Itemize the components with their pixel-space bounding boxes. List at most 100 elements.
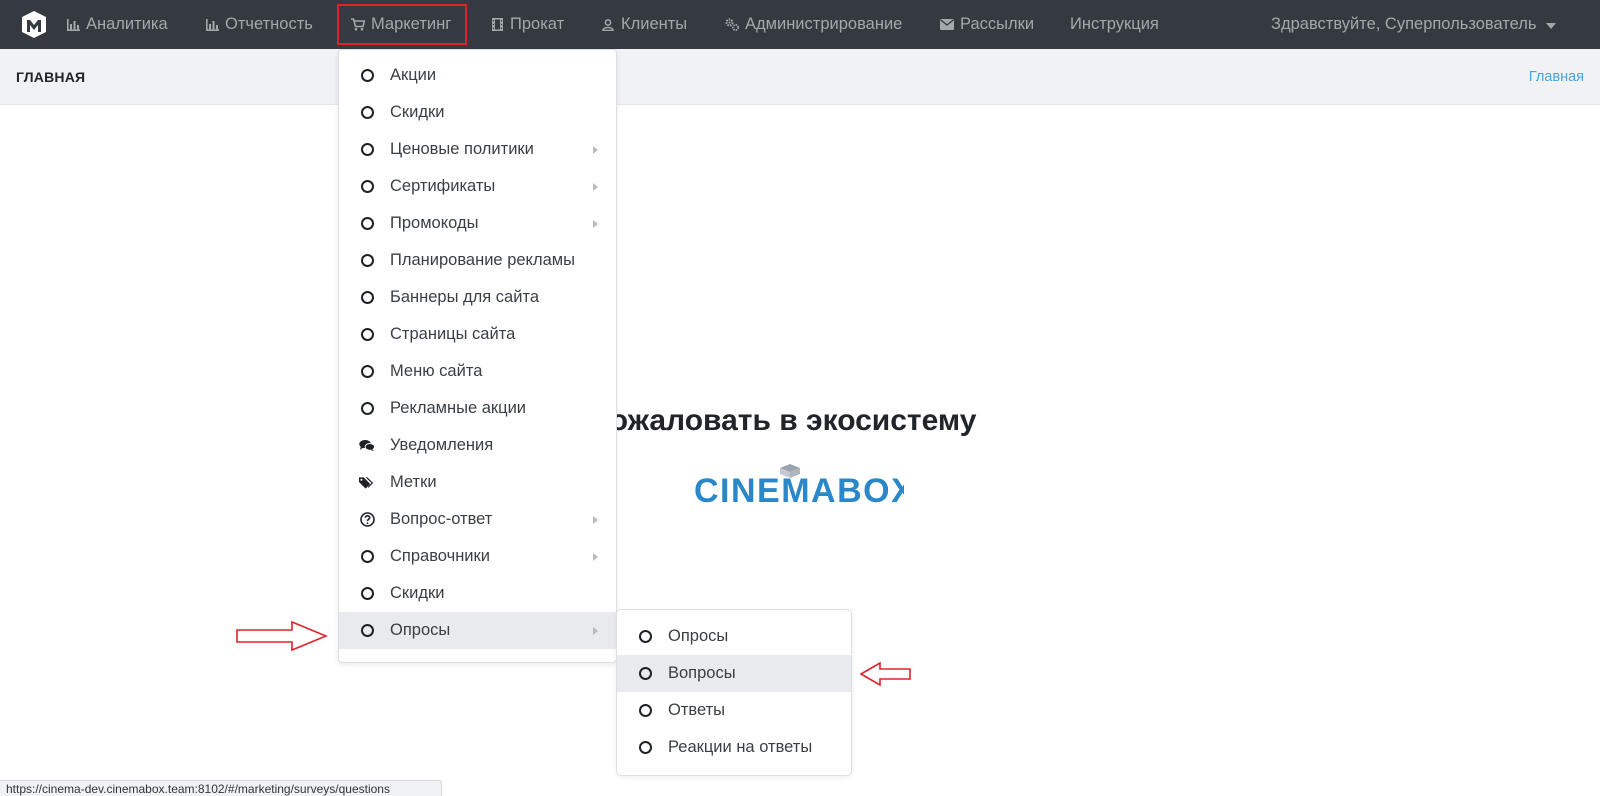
submenu-item-surveys[interactable]: Опросы xyxy=(617,618,851,655)
comments-icon xyxy=(359,438,375,454)
submenu-item-answers[interactable]: Ответы xyxy=(617,692,851,729)
menu-item-label: Уведомления xyxy=(390,436,494,454)
nav-mailings[interactable]: Рассылки xyxy=(940,0,1034,49)
menu-item-label: Рекламные акции xyxy=(390,399,527,417)
menu-item-label: Баннеры для сайта xyxy=(390,288,539,306)
circle-icon xyxy=(637,666,653,682)
circle-icon xyxy=(359,549,375,565)
menu-item-dictionaries[interactable]: Справочники xyxy=(339,538,616,575)
submenu-item-questions[interactable]: Вопросы xyxy=(617,655,851,692)
circle-icon xyxy=(637,703,653,719)
user-icon xyxy=(601,18,615,32)
bar-chart-icon xyxy=(205,18,219,32)
nav-label: Аналитика xyxy=(86,15,168,33)
top-navbar: Аналитика Отчетность Маркетинг Прокат Кл… xyxy=(0,0,1600,49)
tags-icon xyxy=(359,475,375,491)
nav-label: Отчетность xyxy=(225,15,313,33)
menu-item-promocodes[interactable]: Промокоды xyxy=(339,205,616,242)
nav-reports[interactable]: Отчетность xyxy=(205,0,313,49)
submenu-item-label: Ответы xyxy=(668,701,726,719)
menu-item-faq[interactable]: Вопрос-ответ xyxy=(339,501,616,538)
menu-item-surveys[interactable]: Опросы xyxy=(339,612,616,649)
annotation-arrow-left-icon xyxy=(860,662,911,686)
menu-item-label: Скидки xyxy=(390,103,445,121)
film-icon xyxy=(490,18,504,32)
circle-icon xyxy=(359,216,375,232)
menu-item-label: Справочники xyxy=(390,547,490,565)
circle-icon xyxy=(637,740,653,756)
menu-item-label: Вопрос-ответ xyxy=(390,510,493,528)
menu-item-label: Скидки xyxy=(390,584,445,602)
menu-item-ad-campaigns[interactable]: Рекламные акции xyxy=(339,390,616,427)
caret-down-icon xyxy=(1545,22,1556,29)
caret-right-icon xyxy=(593,145,598,154)
surveys-submenu: Опросы Вопросы Ответы Реакции на ответы xyxy=(616,609,852,776)
nav-marketing[interactable]: Маркетинг xyxy=(337,4,468,45)
menu-item-label: Метки xyxy=(390,473,437,491)
caret-right-icon xyxy=(593,626,598,635)
menu-item-label: Ценовые политики xyxy=(390,140,534,158)
circle-icon xyxy=(359,401,375,417)
nav-label: Клиенты xyxy=(621,15,688,33)
caret-right-icon xyxy=(593,552,598,561)
menu-item-notifications[interactable]: Уведомления xyxy=(339,427,616,464)
submenu-item-label: Реакции на ответы xyxy=(668,738,813,756)
menu-item-label: Планирование рекламы xyxy=(390,251,575,269)
menu-item-tags[interactable]: Метки xyxy=(339,464,616,501)
menu-item-site-pages[interactable]: Страницы сайта xyxy=(339,316,616,353)
gears-icon xyxy=(725,18,739,32)
circle-icon xyxy=(359,290,375,306)
annotation-arrow-right-icon xyxy=(236,620,328,652)
circle-icon xyxy=(359,623,375,639)
caret-right-icon xyxy=(593,182,598,191)
nav-clients[interactable]: Клиенты xyxy=(601,0,687,49)
submenu-item-label: Опросы xyxy=(668,627,729,645)
circle-icon xyxy=(359,142,375,158)
nav-label: Рассылки xyxy=(960,15,1035,33)
logo-icon[interactable] xyxy=(20,10,48,39)
menu-item-discounts[interactable]: Скидки xyxy=(339,94,616,131)
menu-item-discounts-2[interactable]: Скидки xyxy=(339,575,616,612)
page-title: ГЛАВНАЯ xyxy=(16,69,86,85)
nav-administration[interactable]: Администрирование xyxy=(725,0,902,49)
nav-analytics[interactable]: Аналитика xyxy=(66,0,168,49)
nav-instructions[interactable]: Инструкция xyxy=(1070,0,1159,49)
circle-icon xyxy=(359,364,375,380)
menu-item-certificates[interactable]: Сертификаты xyxy=(339,168,616,205)
caret-right-icon xyxy=(593,219,598,228)
submenu-item-answer-reactions[interactable]: Реакции на ответы xyxy=(617,729,851,766)
menu-item-label: Опросы xyxy=(390,621,451,639)
nav-label: Инструкция xyxy=(1070,15,1159,33)
menu-item-ad-planning[interactable]: Планирование рекламы xyxy=(339,242,616,279)
circle-icon xyxy=(359,586,375,602)
menu-item-price-policies[interactable]: Ценовые политики xyxy=(339,131,616,168)
nav-distribution[interactable]: Прокат xyxy=(490,0,564,49)
menu-item-label: Страницы сайта xyxy=(390,325,516,343)
page-header: ГЛАВНАЯ Главная xyxy=(0,49,1600,105)
menu-item-site-banners[interactable]: Баннеры для сайта xyxy=(339,279,616,316)
submenu-item-label: Вопросы xyxy=(668,664,736,682)
user-menu[interactable]: Здравствуйте, Суперпользователь xyxy=(1271,0,1556,49)
circle-icon xyxy=(637,629,653,645)
breadcrumb-home-link[interactable]: Главная xyxy=(1529,69,1584,85)
brand-text: CINEMABOX xyxy=(694,472,904,508)
menu-item-label: Меню сайта xyxy=(390,362,483,380)
browser-status-url: https://cinema-dev.cinemabox.team:8102/#… xyxy=(0,780,442,796)
menu-item-label: Сертификаты xyxy=(390,177,496,195)
nav-label: Маркетинг xyxy=(371,15,452,33)
menu-item-promotions[interactable]: Акции xyxy=(339,57,616,94)
envelope-icon xyxy=(940,18,954,32)
menu-item-label: Акции xyxy=(390,66,437,84)
circle-icon xyxy=(359,253,375,269)
nav-label: Прокат xyxy=(510,15,565,33)
bar-chart-icon xyxy=(66,18,80,32)
user-greeting: Здравствуйте, Суперпользователь xyxy=(1271,15,1537,33)
circle-icon xyxy=(359,105,375,121)
nav-label: Администрирование xyxy=(745,15,903,33)
caret-right-icon xyxy=(593,515,598,524)
menu-item-label: Промокоды xyxy=(390,214,479,232)
circle-icon xyxy=(359,68,375,84)
circle-icon xyxy=(359,179,375,195)
menu-item-site-menu[interactable]: Меню сайта xyxy=(339,353,616,390)
cinemabox-logo: CINEMABOX xyxy=(694,464,904,508)
